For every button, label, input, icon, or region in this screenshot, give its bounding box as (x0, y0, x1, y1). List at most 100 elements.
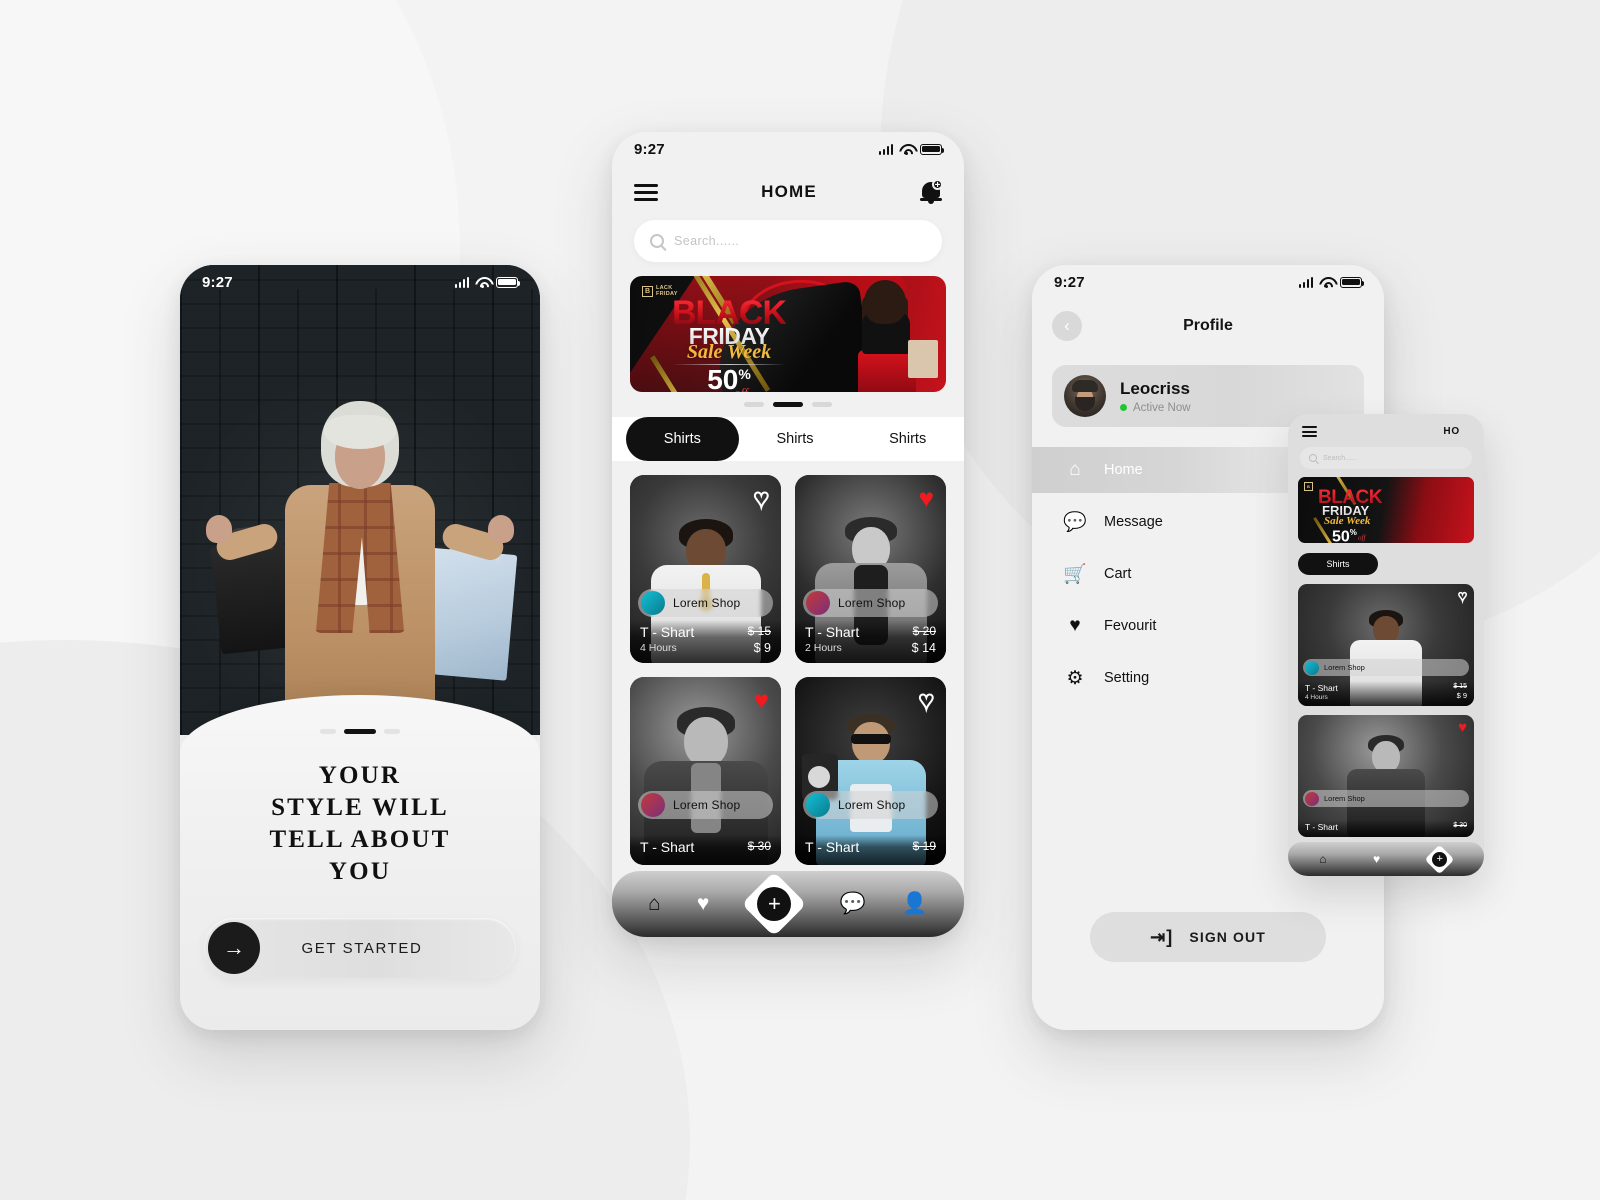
banner-logo: B (1304, 482, 1313, 491)
battery-icon (920, 143, 945, 155)
shop-name: Lorem Shop (1324, 794, 1365, 803)
product-title: T - Shart (1305, 683, 1338, 693)
favorite-icon[interactable]: ♥ (1457, 588, 1467, 605)
model-illustration (206, 401, 518, 735)
banner-dot-2[interactable] (773, 402, 803, 407)
home-icon: ⌂ (1069, 459, 1081, 480)
home-header: HOME + (612, 166, 964, 212)
home-icon[interactable]: ⌂ (648, 892, 661, 916)
product-card[interactable]: ♥ Lorem Shop T - Shart $ 30 (630, 677, 781, 865)
page-dot-1[interactable] (320, 729, 336, 734)
message-icon: 💬 (1063, 512, 1087, 533)
mini-home-screen: HO Search...... B BLACK FRIDAY Sale Week… (1288, 414, 1484, 876)
user-name: Leocriss (1120, 378, 1190, 398)
favorite-icon[interactable]: ♥ (918, 686, 935, 714)
back-button[interactable]: ‹ (1052, 311, 1082, 341)
tab-shirts-1[interactable]: Shirts (626, 417, 739, 461)
shop-avatar (1305, 791, 1319, 806)
product-info: T - Shart 2 Hours $ 20 $ 14 (795, 620, 946, 663)
banner-sale-week: Sale Week (686, 341, 772, 363)
product-card[interactable]: ♥ Lorem Shop T - Shart 2 Hours $ 20 $ 14 (795, 475, 946, 663)
status-icons (878, 143, 945, 155)
get-started-label: GET STARTED (301, 939, 423, 957)
home-icon[interactable]: ⌂ (1319, 852, 1326, 866)
banner-dot-1[interactable] (744, 402, 764, 407)
shop-row[interactable]: Lorem Shop (803, 589, 938, 617)
shop-row[interactable]: Lorem Shop (1303, 790, 1469, 807)
promo-banner[interactable]: B LACK FRIDAY ▶▶▶ BLACK FRIDAY Sale Week… (630, 276, 946, 392)
signal-icon (454, 276, 469, 288)
message-icon[interactable]: 💬 (839, 892, 865, 916)
menu-item-label: Cart (1104, 566, 1132, 582)
shop-row[interactable]: Lorem Shop (803, 791, 938, 819)
banner-percent-symbol: % (738, 366, 751, 382)
status-dot (1120, 404, 1127, 411)
add-button[interactable]: + (1424, 844, 1455, 874)
shop-avatar (1305, 660, 1319, 675)
headline-line-1: YOUR (318, 762, 402, 789)
favorite-icon[interactable]: ♥ (919, 485, 934, 511)
favorite-icon[interactable]: ♥ (754, 687, 769, 713)
product-info: T - Shart 4 Hours $ 15 $ 9 (630, 620, 781, 663)
tab-shirts[interactable]: Shirts (1298, 553, 1378, 575)
product-info: T - Shart $ 30 (1298, 820, 1474, 837)
page-dot-3[interactable] (384, 729, 400, 734)
headline-line-4: YOU (328, 858, 392, 885)
logout-icon: ⇥] (1150, 926, 1174, 947)
search-input[interactable]: Search...... (634, 220, 942, 262)
product-title: T - Shart (640, 839, 695, 855)
shop-name: Lorem Shop (1324, 663, 1365, 672)
product-title: T - Shart (640, 624, 695, 640)
page-dot-2[interactable] (344, 729, 376, 734)
product-card[interactable]: ♥ Lorem Shop T - Shart $ 19 (795, 677, 946, 865)
shop-name: Lorem Shop (838, 798, 906, 812)
search-input[interactable]: Search...... (1300, 447, 1472, 469)
product-time: 2 Hours (805, 642, 842, 654)
headline-line-3: TELL ABOUT (269, 826, 451, 853)
model-hair-front (324, 415, 396, 449)
get-started-button[interactable]: → GET STARTED (204, 918, 516, 978)
onboarding-sheet: YOUR STYLE WILL TELL ABOUT YOU → GET STA… (180, 695, 540, 1030)
banner-model (844, 280, 940, 392)
page-title: HOME (761, 182, 817, 201)
hamburger-icon[interactable] (1302, 426, 1317, 437)
banner-discount-number: 50 (1332, 528, 1350, 543)
signal-icon (1298, 276, 1313, 288)
favorite-icon[interactable]: ♥ (1458, 720, 1467, 735)
cart-icon: 🛒 (1063, 564, 1087, 585)
status-time: 9:27 (202, 273, 233, 291)
status-bar: 9:27 (1032, 265, 1384, 299)
tab-shirts-3[interactable]: Shirts (851, 417, 964, 461)
heart-icon[interactable]: ♥ (697, 892, 709, 916)
battery-icon (496, 276, 521, 288)
banner-dot-3[interactable] (812, 402, 832, 407)
shop-row[interactable]: Lorem Shop (1303, 659, 1469, 676)
product-card[interactable]: ♥ Lorem Shop T - Shart 4 Hours $ 15 $ 9 (630, 475, 781, 663)
status-bar: 9:27 (612, 132, 964, 166)
tab-shirts-2[interactable]: Shirts (739, 417, 852, 461)
category-tabs: Shirts Shirts Shirts (612, 417, 964, 461)
profile-icon[interactable]: 👤 (902, 892, 928, 916)
wifi-icon (899, 144, 914, 155)
product-card[interactable]: ♥ Lorem Shop T - Shart 4 Hours $ 15 $ 9 (1298, 584, 1474, 706)
product-title: T - Shart (1305, 822, 1338, 832)
shop-row[interactable]: Lorem Shop (638, 589, 773, 617)
bell-add-icon[interactable]: + (920, 179, 943, 204)
user-status-label: Active Now (1133, 401, 1191, 414)
product-new-price: $ 9 (1456, 691, 1467, 700)
heart-icon[interactable]: ♥ (1373, 852, 1380, 866)
add-button[interactable]: + (741, 871, 807, 937)
shop-row[interactable]: Lorem Shop (638, 791, 773, 819)
product-card[interactable]: ♥ Lorem Shop T - Shart $ 30 (1298, 715, 1474, 837)
promo-banner[interactable]: B BLACK FRIDAY Sale Week 50% off (1298, 477, 1474, 543)
onboarding-pagination[interactable] (180, 695, 540, 734)
banner-pagination[interactable] (612, 402, 964, 407)
hamburger-icon[interactable] (634, 183, 658, 201)
headline-line-2: STYLE WILL (271, 794, 449, 821)
model-hand-left (206, 515, 232, 543)
status-icons (454, 276, 521, 288)
search-icon (650, 234, 664, 248)
product-old-price: $ 15 (1453, 683, 1467, 690)
favorite-icon[interactable]: ♥ (753, 484, 770, 512)
sign-out-button[interactable]: ⇥] SIGN OUT (1090, 912, 1326, 962)
